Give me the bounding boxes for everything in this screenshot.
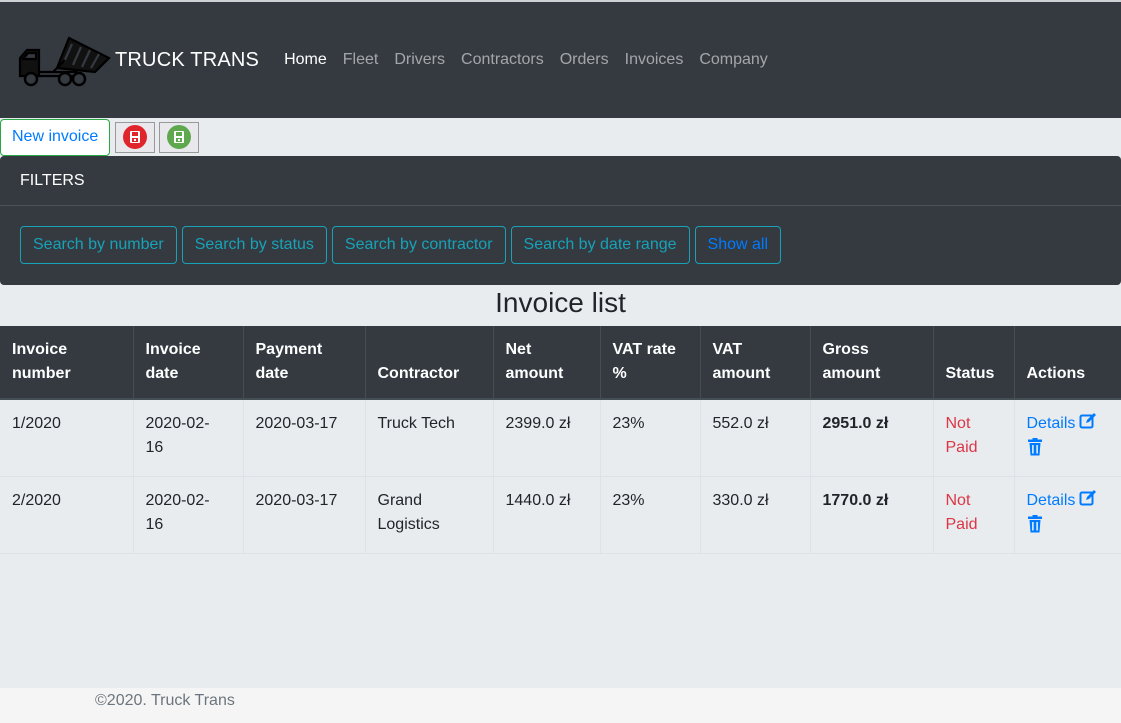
navbar: TRUCK TRANS Home Fleet Drivers Contracto… xyxy=(0,2,1121,118)
cell-invoice-number: 1/2020 xyxy=(0,399,134,477)
status-badge: Not Paid xyxy=(933,476,1015,554)
cell-vat-amount: 552.0 zł xyxy=(700,399,811,477)
cell-net-amount: 2399.0 zł xyxy=(493,399,601,477)
details-link[interactable]: Details xyxy=(1027,492,1076,509)
cell-contractor: Grand Logistics xyxy=(365,476,494,554)
cell-vat-rate: 23% xyxy=(600,476,701,554)
search-by-status-button[interactable]: Search by status xyxy=(181,226,327,264)
nav-invoices[interactable]: Invoices xyxy=(625,51,684,69)
copyright: ©2020. Truck Trans xyxy=(95,692,235,709)
header-invoice-number: Invoice number xyxy=(0,326,134,400)
trash-icon[interactable] xyxy=(1027,515,1043,533)
toolbar: New invoice xyxy=(0,118,200,156)
trash-icon[interactable] xyxy=(1027,438,1043,456)
header-contractor: Contractor xyxy=(365,326,494,400)
cell-invoice-date: 2020-02- 16 xyxy=(133,476,244,554)
cell-gross-amount: 1770.0 zł xyxy=(810,476,934,554)
header-vat-amount: VAT amount xyxy=(700,326,811,400)
nav-fleet[interactable]: Fleet xyxy=(343,51,379,69)
search-by-number-button[interactable]: Search by number xyxy=(20,226,177,264)
header-payment-date: Payment date xyxy=(243,326,366,400)
header-vat-rate: VAT rate% xyxy=(600,326,701,400)
header-invoice-date: Invoice date xyxy=(133,326,244,400)
new-invoice-button[interactable]: New invoice xyxy=(0,118,111,156)
cell-vat-amount: 330.0 zł xyxy=(700,476,811,554)
nav-orders[interactable]: Orders xyxy=(560,51,609,69)
dump-truck-icon xyxy=(18,36,111,87)
cell-actions: Details xyxy=(1014,399,1121,477)
brand[interactable]: TRUCK TRANS xyxy=(17,32,259,88)
excel-save-icon xyxy=(167,125,192,149)
header-gross-amount: Gross amount xyxy=(810,326,934,400)
cell-payment-date: 2020-03-17 xyxy=(243,476,366,554)
header-actions: Actions xyxy=(1014,326,1121,400)
nav-home[interactable]: Home xyxy=(284,51,327,69)
filters-header: FILTERS xyxy=(0,156,1121,206)
filters-body: Search by number Search by status Search… xyxy=(0,206,1121,264)
brand-name: TRUCK TRANS xyxy=(115,48,260,71)
nav-drivers[interactable]: Drivers xyxy=(394,51,445,69)
nav-company[interactable]: Company xyxy=(699,51,767,69)
export-excel-button[interactable] xyxy=(159,121,200,153)
nav-contractors[interactable]: Contractors xyxy=(461,51,544,69)
search-by-date-range-button[interactable]: Search by date range xyxy=(510,226,690,264)
footer: ©2020. Truck Trans xyxy=(0,688,1121,723)
pdf-save-icon xyxy=(123,125,148,149)
cell-actions: Details xyxy=(1014,476,1121,554)
header-status: Status xyxy=(933,326,1015,400)
page-title: Invoice list xyxy=(495,287,626,318)
cell-contractor: Truck Tech xyxy=(365,399,494,477)
filters-card: FILTERS Search by number Search by statu… xyxy=(0,156,1121,285)
search-by-contractor-button[interactable]: Search by contractor xyxy=(331,226,506,264)
export-pdf-button[interactable] xyxy=(115,121,156,153)
details-link[interactable]: Details xyxy=(1027,415,1076,432)
table-header-row: Invoice number Invoice date Payment date Co… xyxy=(0,326,1121,400)
status-badge: Not Paid xyxy=(933,399,1015,477)
invoice-table: Invoice number Invoice date Payment date Co… xyxy=(0,326,1121,554)
cell-invoice-number: 2/2020 xyxy=(0,476,134,554)
edit-icon[interactable] xyxy=(1079,412,1097,430)
show-all-button[interactable]: Show all xyxy=(694,226,782,264)
cell-payment-date: 2020-03-17 xyxy=(243,399,366,477)
cell-net-amount: 1440.0 zł xyxy=(493,476,601,554)
table-row: 2/2020 2020-02- 16 2020-03-17 Grand Logist… xyxy=(0,476,1121,554)
cell-invoice-date: 2020-02- 16 xyxy=(133,399,244,477)
main-nav: Home Fleet Drivers Contractors Orders In… xyxy=(276,51,776,69)
table-row: 1/2020 2020-02- 16 2020-03-17 Truck Tech … xyxy=(0,399,1121,477)
cell-vat-rate: 23% xyxy=(600,399,701,477)
cell-gross-amount: 2951.0 zł xyxy=(810,399,934,477)
edit-icon[interactable] xyxy=(1079,489,1097,507)
header-net-amount: Net amount xyxy=(493,326,601,400)
